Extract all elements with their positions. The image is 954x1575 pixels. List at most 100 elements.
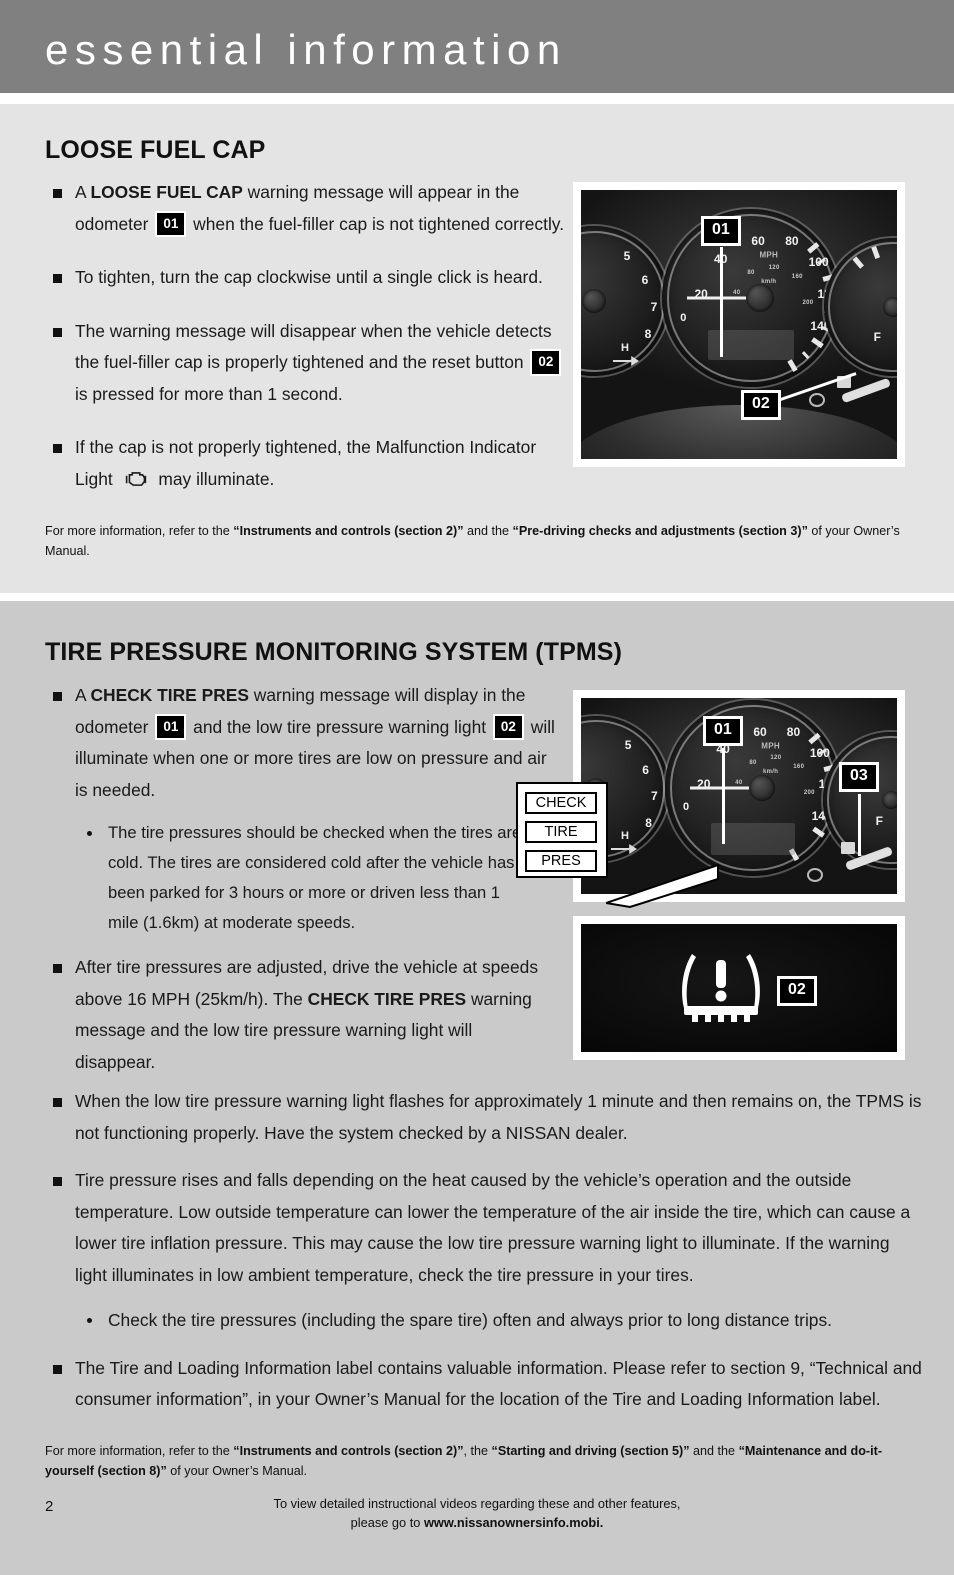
bullet-text-bold: CHECK TIRE PRES	[90, 685, 249, 705]
bullet-text: When the low tire pressure warning light…	[75, 1091, 922, 1143]
list-item: When the low tire pressure warning light…	[45, 1086, 925, 1149]
tach-hub	[582, 289, 606, 313]
bullet-text-bold: CHECK TIRE PRES	[307, 988, 467, 1009]
footnote-text: For more information, refer to the	[45, 524, 234, 538]
instrument-cluster-photo-fuel-cap: 5 6 7 8 H 20 40 60 80 100 120 140 MPH km	[573, 182, 905, 467]
list-item: To tighten, turn the cap clockwise until…	[45, 262, 565, 294]
kmh-number: 80	[749, 760, 757, 767]
kmh-number: 200	[803, 790, 815, 797]
list-item: The Tire and Loading Information label c…	[45, 1353, 925, 1416]
tach-number: 8	[644, 327, 652, 341]
tach-number: 5	[623, 249, 631, 263]
loose-fuel-cap-bullet-list: A LOOSE FUEL CAP warning message will ap…	[45, 177, 565, 495]
mph-unit-label: MPH	[761, 741, 780, 751]
speed-number-0: 0	[683, 801, 690, 814]
speed-number-60: 60	[751, 234, 765, 249]
tach-number: 7	[651, 789, 658, 804]
speedometer-hub	[745, 284, 774, 312]
message-line: CHECK	[525, 792, 597, 814]
fuel-hub	[882, 791, 897, 809]
videos-note-line-1: To view detailed instructional videos re…	[273, 1496, 681, 1511]
page-header-band: essential information	[0, 0, 954, 93]
callout-chip-01: 01	[155, 713, 187, 740]
callout-01-leader-line	[720, 247, 723, 357]
bullet-text-post: is pressed for more than 1 second.	[75, 383, 343, 404]
kmh-number: 40	[733, 289, 741, 296]
kmh-number: 160	[793, 763, 805, 770]
kmh-unit-label: km/h	[762, 769, 779, 776]
bullet-text: To tighten, turn the cap clockwise until…	[75, 267, 543, 287]
footnote-text: , the	[463, 1444, 492, 1458]
bullet-text: Check the tire pressures (including the …	[108, 1310, 833, 1330]
speedometer-hub	[748, 775, 775, 801]
callout-label-03: 03	[839, 762, 879, 792]
list-item: The tire pressures should be checked whe…	[75, 818, 525, 938]
temperature-gauge-label: H	[621, 342, 629, 354]
page-title: essential information	[45, 26, 567, 73]
tach-number: 6	[642, 763, 649, 778]
bullet-text-post: may illuminate.	[153, 468, 275, 489]
list-item: After tire pressures are adjusted, drive…	[45, 952, 557, 1078]
tach-number: 6	[641, 273, 649, 287]
reset-button-ring	[809, 393, 825, 407]
fuel-pump-icon	[841, 842, 855, 854]
message-line: PRES	[525, 850, 597, 872]
kmh-number: 120	[770, 755, 782, 762]
footnote-ref-1: “Instruments and controls (section 2)”	[233, 524, 464, 538]
speed-number-80: 80	[786, 724, 801, 739]
tach-number: 7	[650, 300, 658, 314]
bullet-text-mid2: and the low tire pressure warning light	[188, 716, 491, 737]
kmh-number: 200	[802, 300, 814, 307]
nissan-owners-info-url[interactable]: www.nissanownersinfo.mobi.	[424, 1515, 603, 1530]
malfunction-indicator-light-icon	[121, 468, 151, 487]
footnote-ref-2: “Starting and driving (section 5)”	[491, 1444, 690, 1458]
footnote-text: and the	[689, 1444, 739, 1458]
callout-bubble-tail	[606, 863, 719, 909]
footnote-ref-2: “Pre-driving checks and adjustments (sec…	[512, 524, 808, 538]
list-item: Check the tire pressures (including the …	[75, 1305, 925, 1337]
list-item: A CHECK TIRE PRES warning message will d…	[45, 680, 557, 806]
reset-button-ring	[807, 868, 823, 882]
tpms-bullet-list-wide: When the low tire pressure warning light…	[45, 1086, 925, 1416]
kmh-number: 120	[768, 264, 780, 271]
tach-number: 8	[645, 815, 652, 830]
speed-number-0: 0	[680, 311, 687, 324]
section-heading-tpms: TIRE PRESSURE MONITORING SYSTEM (TPMS)	[45, 638, 622, 666]
check-tire-pres-message-callout: CHECK TIRE PRES	[516, 782, 608, 878]
fuel-hub	[883, 297, 897, 317]
temperature-gauge-label: H	[621, 830, 629, 842]
kmh-number: 40	[735, 779, 743, 786]
tach-number: 5	[624, 738, 632, 753]
low-tire-pressure-warning-icon	[682, 954, 760, 1022]
list-item: The warning message will disappear when …	[45, 316, 565, 411]
fuel-gauge-label: F	[873, 330, 881, 344]
mph-unit-label: MPH	[759, 250, 779, 260]
footnote-ref-1: “Instruments and controls (section 2)”	[233, 1444, 464, 1458]
speed-number-60: 60	[753, 724, 767, 739]
bullet-text-bold: LOOSE FUEL CAP	[90, 182, 243, 202]
footnote-text: and the	[463, 524, 513, 538]
instructional-videos-note: To view detailed instructional videos re…	[0, 1494, 954, 1532]
gauge-cluster-image: 5 6 7 8 H 20 40 60 80 100 120 140 MPH km	[581, 190, 897, 459]
callout-label-01: 01	[701, 216, 741, 246]
list-item: Tire pressure rises and falls depending …	[45, 1165, 925, 1291]
tpms-bullet-list-left: A CHECK TIRE PRES warning message will d…	[45, 680, 557, 1078]
bullet-text: The Tire and Loading Information label c…	[75, 1357, 922, 1410]
footnote-text: For more information, refer to the	[45, 1444, 234, 1458]
callout-chip-02: 02	[492, 713, 524, 740]
footnote-text: of your Owner’s Manual.	[166, 1464, 308, 1478]
section-heading-loose-fuel-cap: LOOSE FUEL CAP	[45, 136, 266, 164]
bullet-text: The tire pressures should be checked whe…	[108, 823, 522, 932]
callout-label-01: 01	[703, 716, 743, 746]
bullet-text-post: when the fuel-filler cap is not tightene…	[188, 213, 565, 234]
kmh-number: 80	[747, 270, 755, 277]
telltale-image: 02	[581, 924, 897, 1052]
message-line: TIRE	[525, 821, 597, 843]
footnote-section-one: For more information, refer to the “Inst…	[45, 521, 925, 561]
callout-label-02: 02	[777, 976, 817, 1006]
callout-03-leader-line	[858, 794, 861, 856]
videos-note-line-2: please go to www.nissanownersinfo.mobi.	[0, 1513, 954, 1532]
callout-01-leader-line	[722, 748, 725, 844]
bullet-text-pre: A	[75, 685, 91, 705]
videos-note-prefix: please go to	[350, 1515, 424, 1530]
